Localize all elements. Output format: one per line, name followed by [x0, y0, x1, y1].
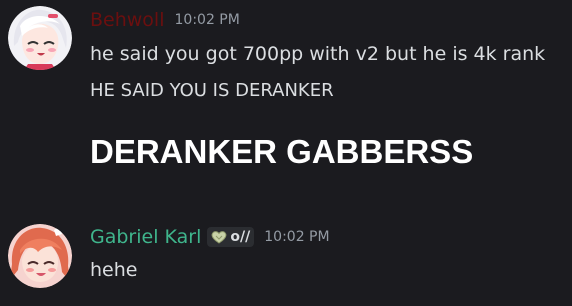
message-header: Gabriel Karl o// 10:02 PM — [90, 226, 330, 248]
message-line: hehe — [90, 259, 138, 281]
server-tag[interactable]: o// — [207, 227, 255, 247]
username[interactable]: Gabriel Karl — [90, 226, 201, 248]
message-line: HE SAID YOU IS DERANKER — [90, 80, 334, 101]
anime-girl-white-hair-avatar-icon — [8, 6, 72, 70]
timestamp[interactable]: 10:02 PM — [264, 229, 329, 245]
username[interactable]: Behwoll — [90, 9, 165, 31]
message-line: he said you got 700pp with v2 but he is … — [90, 43, 546, 65]
anime-girl-pink-hair-avatar-icon — [8, 224, 72, 288]
heart-emblem-icon — [211, 231, 227, 244]
avatar[interactable] — [8, 224, 72, 288]
avatar[interactable] — [8, 6, 72, 70]
timestamp[interactable]: 10:02 PM — [175, 12, 240, 28]
message-header: Behwoll 10:02 PM — [90, 9, 240, 31]
server-tag-label: o// — [230, 229, 251, 245]
message-heading: DERANKER GABBERSS — [90, 133, 474, 170]
